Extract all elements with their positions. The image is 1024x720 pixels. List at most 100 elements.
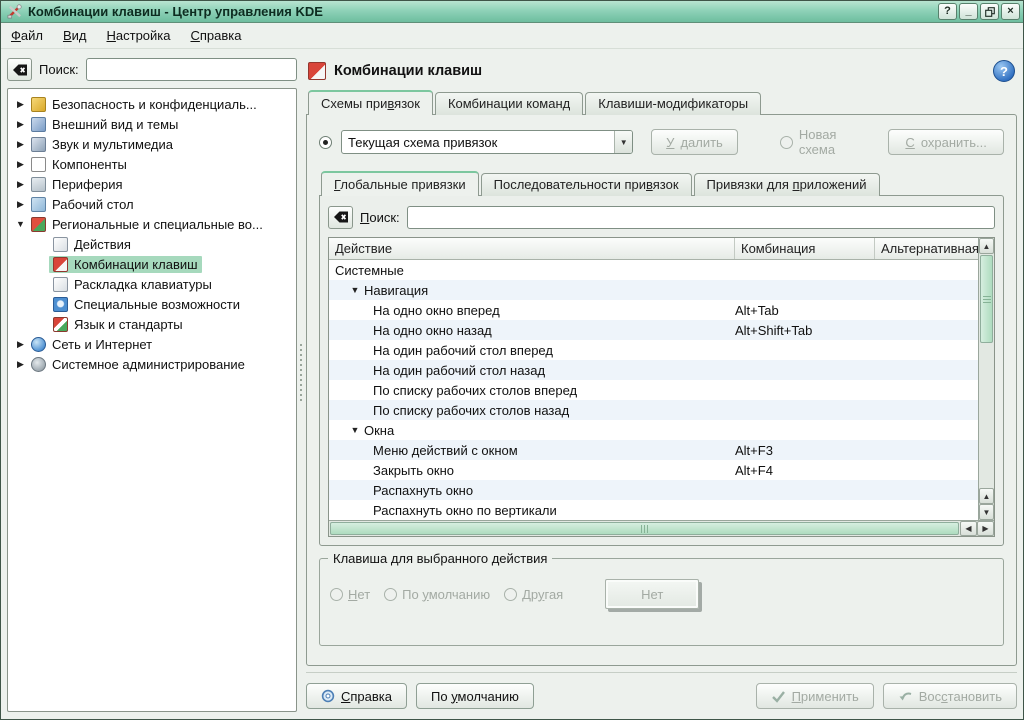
tree-item-body[interactable]: Периферия [27,176,127,193]
reset-button[interactable]: Восстановить [883,683,1017,709]
sidebar-item[interactable]: ▶Сеть и Интернет [10,334,294,354]
table-row[interactable]: На один рабочий стол вперед [329,340,978,360]
chevron-down-icon[interactable]: ▼ [14,219,27,229]
key-radio-2[interactable] [504,588,517,601]
table-header[interactable]: Действие Комбинация Альтернативная [329,238,978,260]
tree-item-body[interactable]: Звук и мультимедиа [27,136,177,153]
new-scheme-radio[interactable] [780,136,793,149]
inner-tab-1[interactable]: Последовательности привязок [481,173,692,196]
sidebar-item[interactable]: ▶Периферия [10,174,294,194]
sidebar-item[interactable]: ▶Раскладка клавиатуры [10,274,294,294]
tree-item-body[interactable]: Региональные и специальные во... [27,216,267,233]
tab-2[interactable]: Клавиши-модификаторы [585,92,761,115]
chevron-right-icon[interactable]: ▶ [14,199,27,210]
apply-button[interactable]: Применить [756,683,874,709]
key-radio-1[interactable] [384,588,397,601]
column-action[interactable]: Действие [329,238,735,259]
chevron-down-icon[interactable]: ▼ [614,131,632,153]
tree-item-body[interactable]: Сеть и Интернет [27,336,156,353]
menu-item-1[interactable]: Вид [63,28,87,43]
column-alternate[interactable]: Альтернативная [875,238,978,259]
tab-0[interactable]: Схемы привязок [308,90,433,115]
window-close-button[interactable]: × [1001,3,1020,20]
sidebar-clear-search-button[interactable] [7,58,32,81]
table-row[interactable]: Закрыть окноAlt+F4 [329,460,978,480]
chevron-right-icon[interactable]: ▶ [14,99,27,110]
sidebar-item[interactable]: ▶Рабочий стол [10,194,294,214]
tab-1[interactable]: Комбинации команд [435,92,583,115]
bindings-search-input[interactable] [407,206,995,229]
current-scheme-radio[interactable] [319,136,332,149]
menu-item-3[interactable]: Справка [191,28,242,43]
sidebar-item[interactable]: ▶Внешний вид и темы [10,114,294,134]
table-row[interactable]: Распахнуть окно по вертикали [329,500,978,520]
chevron-right-icon[interactable]: ▶ [14,139,27,150]
defaults-button[interactable]: По умолчанию [416,683,534,709]
table-row[interactable]: Распахнуть окно [329,480,978,500]
key-capture-button[interactable]: Нет [605,579,699,609]
chevron-right-icon[interactable]: ▶ [14,159,27,170]
scheme-combobox[interactable]: Текущая схема привязок ▼ [341,130,633,154]
save-scheme-button[interactable]: Сохранить... [888,129,1004,155]
chevron-right-icon[interactable]: ▶ [14,359,27,370]
sidebar-item[interactable]: ▼Региональные и специальные во... [10,214,294,234]
scroll-left-icon[interactable]: ◀ [960,521,977,536]
tree-item-body[interactable]: Системное администрирование [27,356,249,373]
tree-item-body[interactable]: Специальные возможности [49,296,244,313]
table-row[interactable]: По списку рабочих столов вперед [329,380,978,400]
column-shortcut[interactable]: Комбинация [735,238,875,259]
tree-item-body[interactable]: Рабочий стол [27,196,138,213]
sidebar-item[interactable]: ▶Безопасность и конфиденциаль... [10,94,294,114]
tree-item-body[interactable]: Внешний вид и темы [27,116,182,133]
panel-splitter[interactable] [297,54,305,712]
scroll-down-icon[interactable]: ▼ [979,504,994,520]
inner-tab-2[interactable]: Привязки для приложений [694,173,880,196]
tree-item-body[interactable]: Безопасность и конфиденциаль... [27,96,261,113]
vertical-scrollbar-trough[interactable] [979,344,994,488]
menu-item-0[interactable]: Файл [11,28,43,43]
sidebar-item[interactable]: ▶Комбинации клавиш [10,254,294,274]
chevron-right-icon[interactable]: ▶ [14,119,27,130]
table-row[interactable]: Меню действий с окномAlt+F3 [329,440,978,460]
chevron-right-icon[interactable]: ▶ [14,339,27,350]
tree-item-body[interactable]: Раскладка клавиатуры [49,276,216,293]
inner-tab-0[interactable]: Глобальные привязки [321,171,479,196]
tree-item-body[interactable]: Действия [49,236,135,253]
table-row[interactable]: ▼Окна [329,420,978,440]
menu-item-2[interactable]: Настройка [107,28,171,43]
scroll-up-icon[interactable]: ▲ [979,238,994,254]
table-row[interactable]: На одно окно назадAlt+Shift+Tab [329,320,978,340]
expander-icon[interactable]: ▼ [349,425,361,435]
window-restore-button[interactable] [980,3,999,20]
table-row[interactable]: ▼Навигация [329,280,978,300]
horizontal-scrollbar[interactable]: ◀ ▶ [329,520,994,536]
sidebar-search-input[interactable] [86,58,297,81]
sidebar-item[interactable]: ▶Системное администрирование [10,354,294,374]
table-row[interactable]: На один рабочий стол назад [329,360,978,380]
vertical-scrollbar[interactable]: ▲ ▲ ▼ [978,238,994,520]
module-help-button[interactable]: ? [993,60,1015,82]
table-row[interactable]: На одно окно впередAlt+Tab [329,300,978,320]
scroll-right-icon[interactable]: ▶ [977,521,994,536]
tree-item-body[interactable]: Компоненты [27,156,131,173]
titlebar[interactable]: Комбинации клавиш - Центр управления KDE… [1,1,1023,23]
sidebar-item[interactable]: ▶Язык и стандарты [10,314,294,334]
sidebar-item[interactable]: ▶Компоненты [10,154,294,174]
chevron-right-icon[interactable]: ▶ [14,179,27,190]
scroll-up-icon-2[interactable]: ▲ [979,488,994,504]
tree-item-body[interactable]: Язык и стандарты [49,316,187,333]
key-radio-0[interactable] [330,588,343,601]
delete-scheme-button[interactable]: Удалить [651,129,738,155]
sidebar-item[interactable]: ▶Действия [10,234,294,254]
expander-icon[interactable]: ▼ [349,285,361,295]
table-row[interactable]: Системные [329,260,978,280]
vertical-scrollbar-thumb[interactable] [980,255,993,343]
horizontal-scrollbar-thumb[interactable] [330,522,959,535]
sidebar-item[interactable]: ▶Специальные возможности [10,294,294,314]
bindings-clear-search-button[interactable] [328,206,353,229]
window-help-button[interactable]: ? [938,3,957,20]
window-minimize-button[interactable]: _ [959,3,978,20]
table-row[interactable]: По списку рабочих столов назад [329,400,978,420]
help-button[interactable]: Справка [306,683,407,709]
tree-item-body[interactable]: Комбинации клавиш [49,256,202,273]
